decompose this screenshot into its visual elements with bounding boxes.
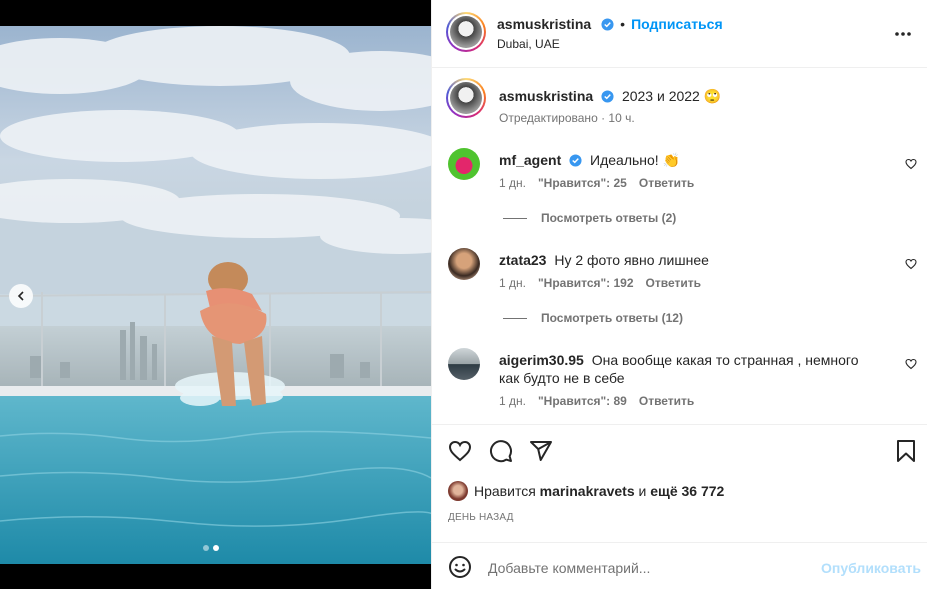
likes-count[interactable]: ещё 36 772: [650, 483, 724, 499]
comment-text: Идеально! 👏: [590, 152, 681, 168]
carousel-prev-button[interactable]: [9, 284, 33, 308]
heart-icon[interactable]: [905, 358, 917, 370]
post-photo: [0, 26, 431, 564]
post-location[interactable]: Dubai, UAE: [497, 37, 560, 51]
comment-likes[interactable]: "Нравится": 89: [538, 394, 627, 408]
author-avatar[interactable]: [446, 12, 486, 52]
view-replies-label: Посмотреть ответы (2): [541, 211, 677, 225]
instagram-post-window: asmuskristina • Подписаться Dubai, UAE a…: [0, 0, 927, 589]
caption-avatar[interactable]: [446, 78, 486, 118]
likes-conj: и: [638, 483, 647, 499]
caption-username[interactable]: asmuskristina: [499, 88, 593, 104]
comment-icon[interactable]: [489, 439, 513, 463]
comment-time[interactable]: 1 дн.: [499, 394, 526, 408]
caption-text: 2023 и 2022 🙄: [621, 88, 722, 104]
reply-button[interactable]: Ответить: [646, 276, 701, 290]
comment-bar: Добавьте комментарий... Опубликовать: [432, 542, 927, 589]
caption-meta: Отредактировано · 10 ч.: [499, 111, 635, 125]
comment-likes[interactable]: "Нравится": 192: [538, 276, 634, 290]
heart-icon[interactable]: [905, 258, 917, 270]
likes-prefix: Нравится: [474, 483, 536, 499]
commenter-username[interactable]: mf_agent: [499, 152, 561, 168]
commenter-username[interactable]: ztata23: [499, 252, 546, 268]
comment-time[interactable]: 1 дн.: [499, 276, 526, 290]
commenter-avatar[interactable]: [448, 248, 480, 280]
bookmark-icon[interactable]: [895, 439, 917, 463]
carousel-dot: [203, 545, 209, 551]
replies-divider: [503, 217, 527, 219]
view-replies-button[interactable]: Посмотреть ответы (2): [503, 211, 676, 225]
verified-icon: [601, 90, 614, 103]
publish-button[interactable]: Опубликовать: [821, 560, 921, 576]
comment-time[interactable]: 1 дн.: [499, 176, 526, 190]
follow-button[interactable]: Подписаться: [631, 16, 723, 32]
share-icon[interactable]: [529, 439, 553, 463]
heart-icon[interactable]: [905, 158, 917, 170]
separator-dot: •: [620, 16, 626, 32]
post-side-panel: asmuskristina • Подписаться Dubai, UAE a…: [431, 0, 927, 589]
reply-button[interactable]: Ответить: [639, 176, 694, 190]
commenter-username[interactable]: aigerim30.95: [499, 352, 584, 368]
commenter-avatar[interactable]: [448, 148, 480, 180]
reply-button[interactable]: Ответить: [639, 394, 694, 408]
commenter-avatar[interactable]: [448, 348, 480, 380]
heart-icon[interactable]: [448, 439, 472, 463]
verified-icon: [569, 154, 582, 167]
more-icon[interactable]: [894, 31, 912, 37]
verified-icon: [601, 17, 614, 31]
liker-username[interactable]: marinakravets: [540, 483, 635, 499]
chevron-left-icon: [17, 291, 24, 301]
comment-text: Ну 2 фото явно лишнее: [554, 252, 709, 268]
post-media: [0, 0, 431, 589]
author-username[interactable]: asmuskristina: [497, 16, 591, 32]
replies-divider: [503, 317, 527, 319]
post-date[interactable]: ДЕНЬ НАЗАД: [448, 512, 514, 523]
view-replies-button[interactable]: Посмотреть ответы (12): [503, 311, 683, 325]
likes-summary: Нравится marinakravets и ещё 36 772: [448, 481, 724, 501]
view-replies-label: Посмотреть ответы (12): [541, 311, 683, 325]
carousel-indicator: [203, 545, 219, 551]
post-header: asmuskristina • Подписаться Dubai, UAE: [432, 0, 927, 68]
carousel-dot-active: [213, 545, 219, 551]
actions-divider: [432, 424, 927, 425]
comment-input[interactable]: Добавьте комментарий...: [488, 560, 650, 576]
comment-likes[interactable]: "Нравится": 25: [538, 176, 627, 190]
emoji-icon[interactable]: [448, 555, 472, 579]
liker-avatar[interactable]: [448, 481, 468, 501]
